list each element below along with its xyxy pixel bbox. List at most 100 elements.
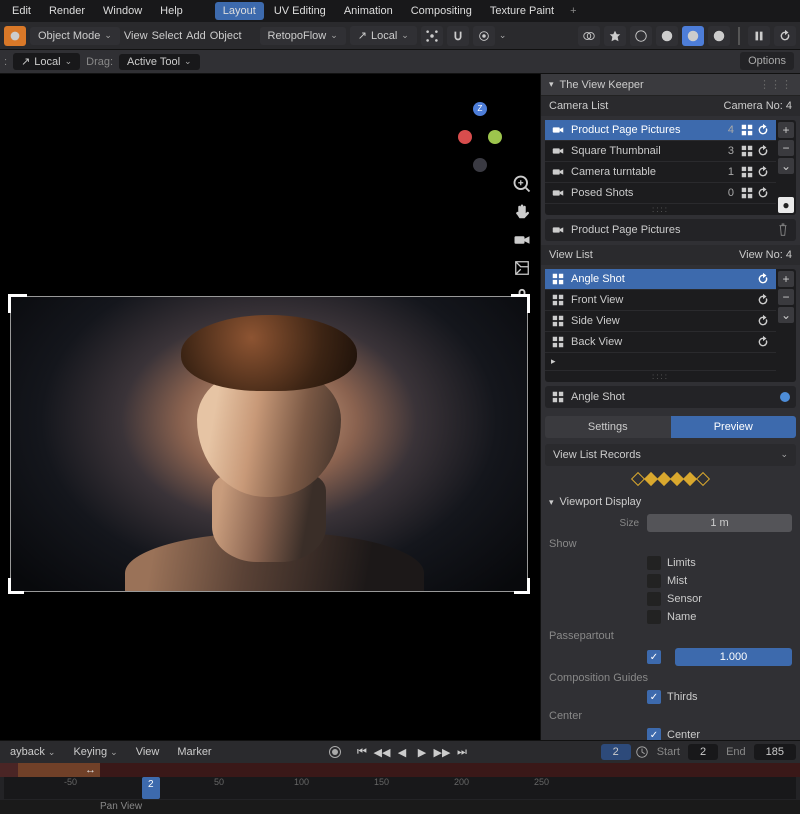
- orientation-select[interactable]: ↗Local⌄: [13, 53, 80, 70]
- list-grip[interactable]: ::::: [545, 371, 776, 382]
- camera-item-product[interactable]: Product Page Pictures 4: [545, 120, 776, 141]
- navigation-gizmo[interactable]: Z: [450, 102, 510, 162]
- timeline-ruler[interactable]: -50 50 100 150 200 250 2: [4, 777, 796, 799]
- grid-icon[interactable]: [740, 165, 754, 179]
- workspace-tab-compositing[interactable]: Compositing: [403, 2, 480, 20]
- pan-hand-icon[interactable]: [512, 202, 532, 222]
- workspace-tab-animation[interactable]: Animation: [336, 2, 401, 20]
- view-item-angle[interactable]: Angle Shot: [545, 269, 776, 290]
- shading-wire-icon[interactable]: [630, 26, 652, 46]
- perspective-icon[interactable]: [512, 258, 532, 278]
- refresh-icon[interactable]: [756, 186, 770, 200]
- chevron-down-icon[interactable]: ⌄: [499, 30, 507, 41]
- timeline-strip[interactable]: ↔: [0, 763, 800, 777]
- panel-header[interactable]: ▾The View Keeper⋮⋮⋮: [541, 74, 800, 96]
- size-field[interactable]: 1 m: [647, 514, 792, 532]
- viewport-display-header[interactable]: ▾Viewport Display: [549, 492, 792, 512]
- workspace-tab-uv[interactable]: UV Editing: [266, 2, 334, 20]
- toolbar-object[interactable]: Object: [210, 30, 242, 42]
- axis-z-icon[interactable]: Z: [473, 102, 487, 116]
- workspace-tab-texturepaint[interactable]: Texture Paint: [482, 2, 562, 20]
- gizmo-toggle-icon[interactable]: [604, 26, 626, 46]
- add-view-button[interactable]: +: [778, 271, 794, 287]
- view-item-expand[interactable]: ▸: [545, 353, 776, 371]
- shading-solid-icon[interactable]: [656, 26, 678, 46]
- pivot-icon[interactable]: [421, 26, 443, 46]
- grid-icon[interactable]: [740, 123, 754, 137]
- name-checkbox[interactable]: Name: [549, 608, 792, 626]
- remove-view-button[interactable]: −: [778, 289, 794, 305]
- play-reverse-icon[interactable]: ◀: [393, 743, 411, 761]
- refresh-icon[interactable]: [756, 293, 770, 307]
- axis-x-icon[interactable]: [458, 130, 472, 144]
- play-icon[interactable]: ▶: [413, 743, 431, 761]
- mode-dropdown[interactable]: Object Mode⌄: [30, 27, 120, 45]
- viewport-3d[interactable]: Z: [0, 74, 540, 740]
- passepartout-field[interactable]: 1.000: [675, 648, 792, 666]
- add-camera-button[interactable]: +: [778, 122, 794, 138]
- sensor-checkbox[interactable]: Sensor: [549, 590, 792, 608]
- keyframe-icon[interactable]: [696, 472, 710, 486]
- clock-icon[interactable]: [635, 745, 649, 759]
- proportional-icon[interactable]: [473, 26, 495, 46]
- orientation-dropdown[interactable]: ↗Local⌄: [350, 26, 417, 45]
- thirds-checkbox[interactable]: Thirds: [549, 688, 792, 706]
- list-grip[interactable]: ::::: [545, 204, 776, 215]
- jump-end-icon[interactable]: ⏭: [453, 743, 471, 761]
- playhead[interactable]: 2: [142, 777, 160, 799]
- view-records-header[interactable]: View List Records⌄: [545, 444, 796, 466]
- drag-select[interactable]: Active Tool⌄: [119, 54, 200, 70]
- view-item-side[interactable]: Side View: [545, 311, 776, 332]
- pause-icon[interactable]: [748, 26, 770, 46]
- view-menu-button[interactable]: ⌄: [778, 307, 794, 323]
- toolbar-add[interactable]: Add: [186, 30, 206, 42]
- keying-dropdown[interactable]: Keying ⌄: [67, 744, 123, 760]
- timeline-view[interactable]: View: [130, 744, 166, 760]
- tab-settings[interactable]: Settings: [545, 416, 671, 438]
- record-icon[interactable]: [329, 746, 341, 758]
- camera-special-button[interactable]: ●: [778, 197, 794, 213]
- menu-render[interactable]: Render: [41, 2, 93, 20]
- overlay-icon[interactable]: [578, 26, 600, 46]
- start-frame-field[interactable]: 2: [688, 744, 718, 760]
- refresh-icon[interactable]: [756, 335, 770, 349]
- camera-item-square[interactable]: Square Thumbnail3: [545, 141, 776, 162]
- trash-icon[interactable]: [776, 223, 790, 237]
- toolbar-select[interactable]: Select: [152, 30, 183, 42]
- refresh-icon[interactable]: [756, 165, 770, 179]
- retopoflow-dropdown[interactable]: RetopoFlow⌄: [260, 27, 346, 45]
- camera-item-turntable[interactable]: Camera turntable1: [545, 162, 776, 183]
- camera-menu-button[interactable]: ⌄: [778, 158, 794, 174]
- end-frame-field[interactable]: 185: [754, 744, 796, 760]
- editor-type-icon[interactable]: [4, 26, 26, 46]
- refresh-icon[interactable]: [756, 144, 770, 158]
- view-item-back[interactable]: Back View: [545, 332, 776, 353]
- shading-render-icon[interactable]: [708, 26, 730, 46]
- remove-camera-button[interactable]: −: [778, 140, 794, 156]
- passepartout-checkbox[interactable]: [647, 650, 661, 664]
- center-checkbox[interactable]: Center: [549, 726, 792, 740]
- toolbar-view[interactable]: View: [124, 30, 148, 42]
- grid-icon[interactable]: [740, 144, 754, 158]
- grid-icon[interactable]: [740, 186, 754, 200]
- prev-key-icon[interactable]: ◀◀: [373, 743, 391, 761]
- jump-start-icon[interactable]: ⏮: [353, 743, 371, 761]
- add-workspace-button[interactable]: +: [564, 2, 582, 20]
- camera-item-posed[interactable]: Posed Shots0: [545, 183, 776, 204]
- camera-view-icon[interactable]: [512, 230, 532, 250]
- playback-dropdown[interactable]: ayback ⌄: [4, 744, 61, 760]
- axis-neg-icon[interactable]: [473, 158, 487, 172]
- refresh-icon[interactable]: [756, 272, 770, 286]
- timeline-marker[interactable]: Marker: [171, 744, 217, 760]
- active-dot-icon[interactable]: [780, 392, 790, 402]
- snap-icon[interactable]: [447, 26, 469, 46]
- menu-edit[interactable]: Edit: [4, 2, 39, 20]
- menu-help[interactable]: Help: [152, 2, 191, 20]
- tab-preview[interactable]: Preview: [671, 416, 797, 438]
- shading-material-icon[interactable]: [682, 26, 704, 46]
- view-item-front[interactable]: Front View: [545, 290, 776, 311]
- refresh-icon[interactable]: [774, 26, 796, 46]
- axis-y-icon[interactable]: [488, 130, 502, 144]
- limits-checkbox[interactable]: Limits: [549, 554, 792, 572]
- current-frame-field[interactable]: 2: [601, 744, 631, 760]
